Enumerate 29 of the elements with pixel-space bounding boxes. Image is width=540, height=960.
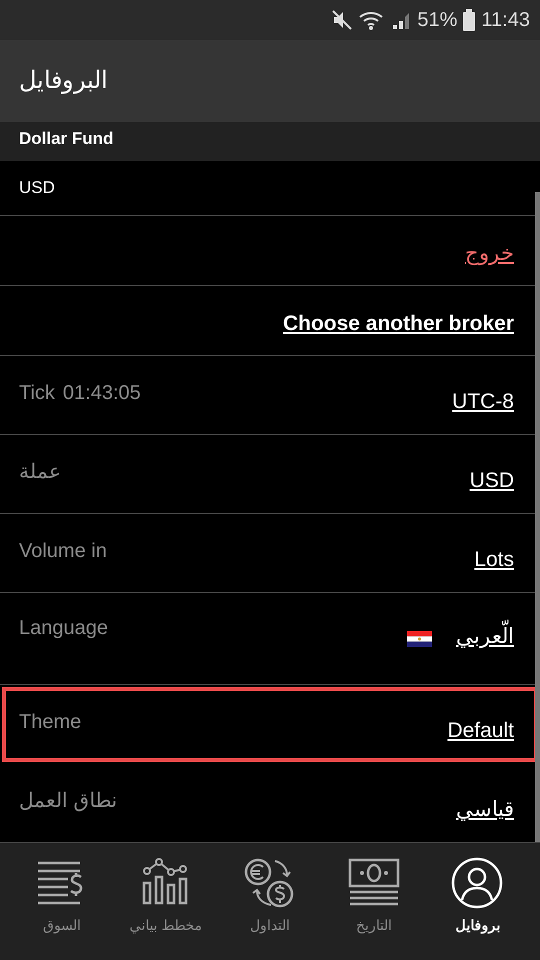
page-title: البروفايل [19, 66, 108, 96]
setting-label: Theme [19, 710, 82, 735]
setting-label: Tick [19, 381, 55, 406]
battery-icon [463, 9, 476, 31]
setting-label: Language [19, 616, 108, 641]
time-text: 11:43 [481, 8, 530, 33]
setting-label: عملة [19, 460, 61, 485]
setting-link[interactable]: Choose another broker [282, 308, 514, 340]
wifi-icon [359, 9, 386, 31]
tick-time: 01:43:05 [62, 381, 141, 406]
setting-label: Volume in [19, 539, 107, 564]
setting-link[interactable]: خروج [465, 238, 514, 270]
setting-label: نطاق العمل [19, 789, 118, 814]
nav-tab[interactable]: التداول [222, 857, 318, 936]
nav-tab[interactable]: السوق [14, 857, 110, 936]
setting-link[interactable]: Lots [474, 544, 514, 576]
setting-link[interactable]: قياسي [456, 794, 514, 826]
mute-icon [331, 9, 354, 31]
setting-link[interactable]: Default [447, 715, 514, 746]
nav-tab[interactable]: مخطط بياني [118, 857, 214, 936]
nav-tab[interactable]: بروفايل [430, 857, 526, 936]
setting-link[interactable]: الّعربي [456, 621, 514, 652]
account-name: Dollar Fund [0, 122, 540, 161]
user-icon [451, 857, 505, 909]
battery-text: 51% [417, 8, 458, 33]
setting-link[interactable]: USD [470, 465, 514, 496]
setting-link[interactable]: UTC-8 [452, 386, 514, 418]
account-currency: USD [19, 177, 55, 200]
nav-tab[interactable]: التاريخ [326, 857, 422, 936]
